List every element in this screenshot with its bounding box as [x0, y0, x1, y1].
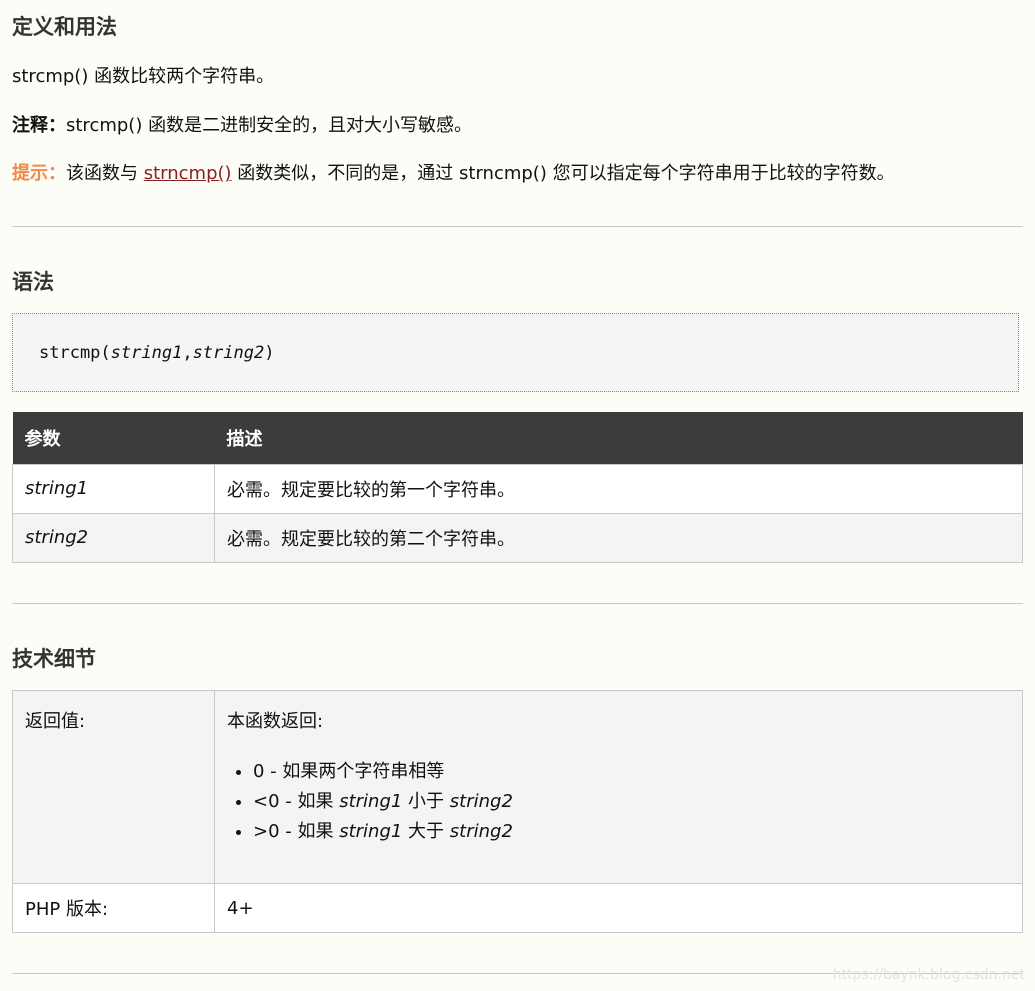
table-row: 返回值: 本函数返回: 0 - 如果两个字符串相等 <0 - 如果 string… — [12, 690, 1023, 884]
return-list: 0 - 如果两个字符串相等 <0 - 如果 string1 小于 string2… — [227, 757, 1010, 847]
tip-text-before: 该函数与 — [66, 163, 144, 184]
parameters-table: 参数 描述 string1 必需。规定要比较的第一个字符串。 string2 必… — [12, 412, 1023, 563]
header-desc: 描述 — [214, 412, 1023, 464]
definition-description: strcmp() 函数比较两个字符串。 — [12, 66, 275, 87]
tip-paragraph: 提示：该函数与 strncmp() 函数类似，不同的是，通过 strncmp()… — [12, 159, 895, 185]
tech-details-table: 返回值: 本函数返回: 0 - 如果两个字符串相等 <0 - 如果 string… — [12, 690, 1023, 933]
return-value-cell: 本函数返回: 0 - 如果两个字符串相等 <0 - 如果 string1 小于 … — [214, 690, 1023, 884]
code-close: ) — [264, 343, 275, 363]
note-paragraph: 注释：strcmp() 函数是二进制安全的，且对大小写敏感。 — [12, 111, 472, 137]
section-divider — [12, 603, 1023, 604]
code-comma: , — [182, 343, 193, 363]
code-func: strcmp( — [39, 343, 111, 363]
list-item: <0 - 如果 string1 小于 string2 — [253, 787, 1010, 817]
note-text: strcmp() 函数是二进制安全的，且对大小写敏感。 — [66, 115, 473, 136]
header-param: 参数 — [12, 412, 215, 464]
section-divider — [12, 226, 1023, 227]
table-header-row: 参数 描述 — [12, 412, 1023, 464]
list-item: 0 - 如果两个字符串相等 — [253, 757, 1010, 787]
param-name: string2 — [12, 512, 215, 563]
syntax-code-box: strcmp(string1,string2) — [12, 313, 1019, 392]
return-intro: 本函数返回: — [227, 711, 324, 732]
table-row: string2 必需。规定要比较的第二个字符串。 — [12, 512, 1023, 563]
tip-label: 提示： — [12, 163, 66, 184]
note-label: 注释： — [12, 115, 66, 136]
table-row: PHP 版本: 4+ — [12, 883, 1023, 933]
syntax-code: strcmp(string1,string2) — [39, 343, 274, 363]
version-label: PHP 版本: — [12, 883, 215, 933]
param-desc: 必需。规定要比较的第二个字符串。 — [214, 512, 1023, 563]
return-label: 返回值: — [12, 690, 215, 884]
param-name: string1 — [12, 463, 215, 514]
watermark: https://baynk.blog.csdn.net — [832, 967, 1025, 983]
strncmp-link[interactable]: strncmp() — [144, 163, 232, 184]
table-row: string1 必需。规定要比较的第一个字符串。 — [12, 463, 1023, 514]
version-value: 4+ — [214, 883, 1023, 933]
tip-text-after: 函数类似，不同的是，通过 strncmp() 您可以指定每个字符串用于比较的字符… — [231, 163, 895, 184]
tech-details-heading: 技术细节 — [12, 647, 96, 671]
syntax-heading: 语法 — [12, 270, 54, 294]
list-item: >0 - 如果 string1 大于 string2 — [253, 817, 1010, 847]
definition-heading: 定义和用法 — [12, 15, 117, 39]
code-arg2: string2 — [192, 343, 265, 363]
code-arg1: string1 — [110, 343, 183, 363]
param-desc: 必需。规定要比较的第一个字符串。 — [214, 463, 1023, 514]
